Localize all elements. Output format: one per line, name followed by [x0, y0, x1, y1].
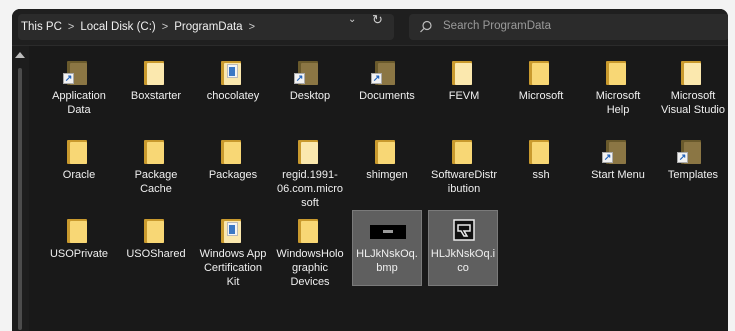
chevron-down-icon[interactable]: ⌄	[348, 14, 356, 25]
folder-item[interactable]: ↗ Start Menu	[583, 132, 653, 208]
folder-pale-icon	[142, 57, 170, 87]
item-label: Start Menu	[591, 169, 645, 181]
folder-item[interactable]: Packages	[198, 132, 268, 208]
item-label: Application Data	[52, 90, 106, 116]
item-label: Oracle	[62, 169, 96, 181]
icon-file-icon	[450, 215, 478, 245]
folder-item[interactable]: ssh	[506, 132, 576, 208]
folder-pale-icon	[450, 57, 478, 87]
folder-shortcut-icon: ↗	[371, 57, 401, 87]
folder-item[interactable]: chocolatey	[198, 53, 268, 129]
folder-item[interactable]: Microsoft Visual Studio	[658, 53, 728, 129]
item-label: chocolatey	[206, 90, 260, 102]
search-input[interactable]: Search ProgramData	[409, 14, 728, 40]
scroll-thumb[interactable]	[18, 68, 22, 330]
folder-document-icon	[219, 57, 247, 87]
item-label: Microsoft Visual Studio	[660, 90, 725, 116]
folder-icon	[527, 57, 555, 87]
folder-icon	[65, 136, 93, 166]
folder-item[interactable]: Boxstarter	[121, 53, 191, 129]
folder-pale-icon	[679, 57, 707, 87]
folder-item[interactable]: shimgen	[352, 132, 422, 208]
folder-item[interactable]: FEVM	[429, 53, 499, 129]
folder-item[interactable]: Oracle	[44, 132, 114, 208]
item-label: USOShared	[126, 248, 186, 260]
item-label: HLJkNskOq.bmp	[356, 248, 418, 274]
folder-item[interactable]: Microsoft	[506, 53, 576, 129]
folder-item[interactable]: Package Cache	[121, 132, 191, 208]
folder-item[interactable]: WindowsHolographic Devices	[275, 211, 345, 288]
item-label: ssh	[532, 169, 550, 181]
folder-pale-icon	[296, 136, 324, 166]
item-label: regid.1991-06.com.microsoft	[276, 169, 344, 209]
search-icon	[420, 20, 432, 33]
folder-item[interactable]: USOShared	[121, 211, 191, 287]
item-label: Microsoft Help	[595, 90, 641, 116]
folder-item[interactable]: ↗ Application Data	[44, 53, 114, 129]
search-placeholder: Search ProgramData	[443, 20, 552, 32]
folder-icon	[296, 215, 324, 245]
folder-item[interactable]: ↗ Templates	[658, 132, 728, 208]
folder-icon	[450, 136, 478, 166]
folder-shortcut-icon: ↗	[677, 136, 707, 166]
folder-icon	[219, 136, 247, 166]
item-label: Microsoft	[518, 90, 564, 102]
item-label: HLJkNskOq.ico	[430, 248, 496, 274]
folder-icon	[604, 57, 632, 87]
folder-shortcut-icon: ↗	[63, 57, 93, 87]
folder-icon	[142, 215, 170, 245]
item-label: shimgen	[366, 169, 408, 181]
item-label: USOPrivate	[49, 248, 109, 260]
chevron-right-icon[interactable]: >	[68, 21, 74, 33]
item-label: Windows App Certification Kit	[199, 248, 267, 288]
item-label: FEVM	[448, 90, 480, 102]
vertical-scrollbar[interactable]	[12, 46, 29, 331]
folder-shortcut-icon: ↗	[602, 136, 632, 166]
file-explorer-window: This PC > Local Disk (C:) > ProgramData …	[12, 9, 728, 331]
item-label: WindowsHolographic Devices	[276, 248, 344, 288]
folder-icon	[373, 136, 401, 166]
folder-icon	[142, 136, 170, 166]
breadcrumb-local-disk[interactable]: Local Disk (C:)	[80, 21, 155, 33]
item-label: SoftwareDistribution	[430, 169, 498, 195]
folder-item[interactable]: Microsoft Help	[583, 53, 653, 129]
breadcrumb[interactable]: This PC > Local Disk (C:) > ProgramData …	[18, 14, 394, 40]
folder-item[interactable]: Windows App Certification Kit	[198, 211, 268, 288]
item-label: Package Cache	[134, 169, 178, 195]
refresh-icon[interactable]: ↻	[372, 12, 383, 28]
chevron-right-icon[interactable]: >	[162, 21, 168, 33]
folder-item[interactable]: ↗ Desktop	[275, 53, 345, 129]
file-item-selected[interactable]: HLJkNskOq.bmp	[352, 210, 422, 286]
breadcrumb-this-pc[interactable]: This PC	[21, 21, 62, 33]
item-label: Templates	[667, 169, 719, 181]
scroll-up-arrow-icon[interactable]	[15, 52, 25, 58]
item-label: Desktop	[289, 90, 331, 102]
address-bar: This PC > Local Disk (C:) > ProgramData …	[12, 9, 728, 46]
folder-item[interactable]: SoftwareDistribution	[429, 132, 499, 208]
chevron-right-icon[interactable]: >	[249, 21, 255, 33]
item-label: Documents	[359, 90, 415, 102]
file-item-selected[interactable]: HLJkNskOq.ico	[428, 210, 498, 286]
breadcrumb-programdata[interactable]: ProgramData	[174, 21, 242, 33]
item-label: Packages	[208, 169, 258, 181]
folder-document-icon	[219, 215, 247, 245]
folder-shortcut-icon: ↗	[294, 57, 324, 87]
folder-icon	[65, 215, 93, 245]
item-label: Boxstarter	[130, 90, 182, 102]
folder-item[interactable]: ↗ Documents	[352, 53, 422, 129]
folder-item[interactable]: regid.1991-06.com.microsoft	[275, 132, 345, 209]
folder-item[interactable]: USOPrivate	[44, 211, 114, 287]
folder-icon	[527, 136, 555, 166]
bitmap-file-icon	[370, 215, 406, 245]
